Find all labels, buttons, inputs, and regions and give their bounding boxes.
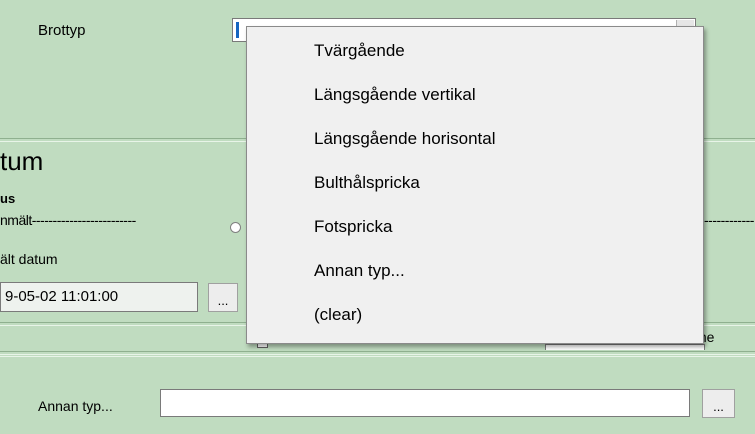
datetime-field[interactable]: 9-05-02 11:01:00	[0, 282, 198, 312]
annan-typ-input[interactable]	[160, 389, 690, 417]
annan-typ-browse-button[interactable]: ...	[702, 389, 735, 418]
valt-datum-radio[interactable]	[230, 222, 241, 233]
brottyp-label: Brottyp	[38, 22, 86, 39]
datetime-picker-button[interactable]: ...	[208, 283, 238, 312]
dropdown-item-tvargaende[interactable]: Tvärgående	[314, 41, 405, 61]
right-dashes: ------------	[704, 212, 754, 228]
dropdown-item-langsgaende-vertikal[interactable]: Längsgående vertikal	[314, 85, 476, 105]
section-divider-bottom	[0, 351, 755, 355]
valt-datum-label: ält datum	[0, 251, 58, 267]
status-label: us	[0, 191, 16, 206]
text-cursor	[236, 22, 239, 38]
bottom-panel-edge	[0, 356, 755, 357]
dropdown-item-annan-typ[interactable]: Annan typ...	[314, 261, 405, 281]
dropdown-item-bulthalspricka[interactable]: Bulthålspricka	[314, 173, 420, 193]
brottyp-dropdown-list: Tvärgående Längsgående vertikal Längsgåe…	[246, 26, 704, 344]
section-title-datum: tum	[0, 146, 44, 176]
annan-typ-label: Annan typ...	[38, 398, 113, 414]
dropdown-item-langsgaende-horisontal[interactable]: Längsgående horisontal	[314, 129, 495, 149]
dropdown-item-fotspricka[interactable]: Fotspricka	[314, 217, 392, 237]
anmalt-radio-label: nmält-------------------------	[0, 212, 136, 228]
dropdown-item-clear[interactable]: (clear)	[314, 305, 362, 325]
partial-input[interactable]	[545, 344, 705, 350]
